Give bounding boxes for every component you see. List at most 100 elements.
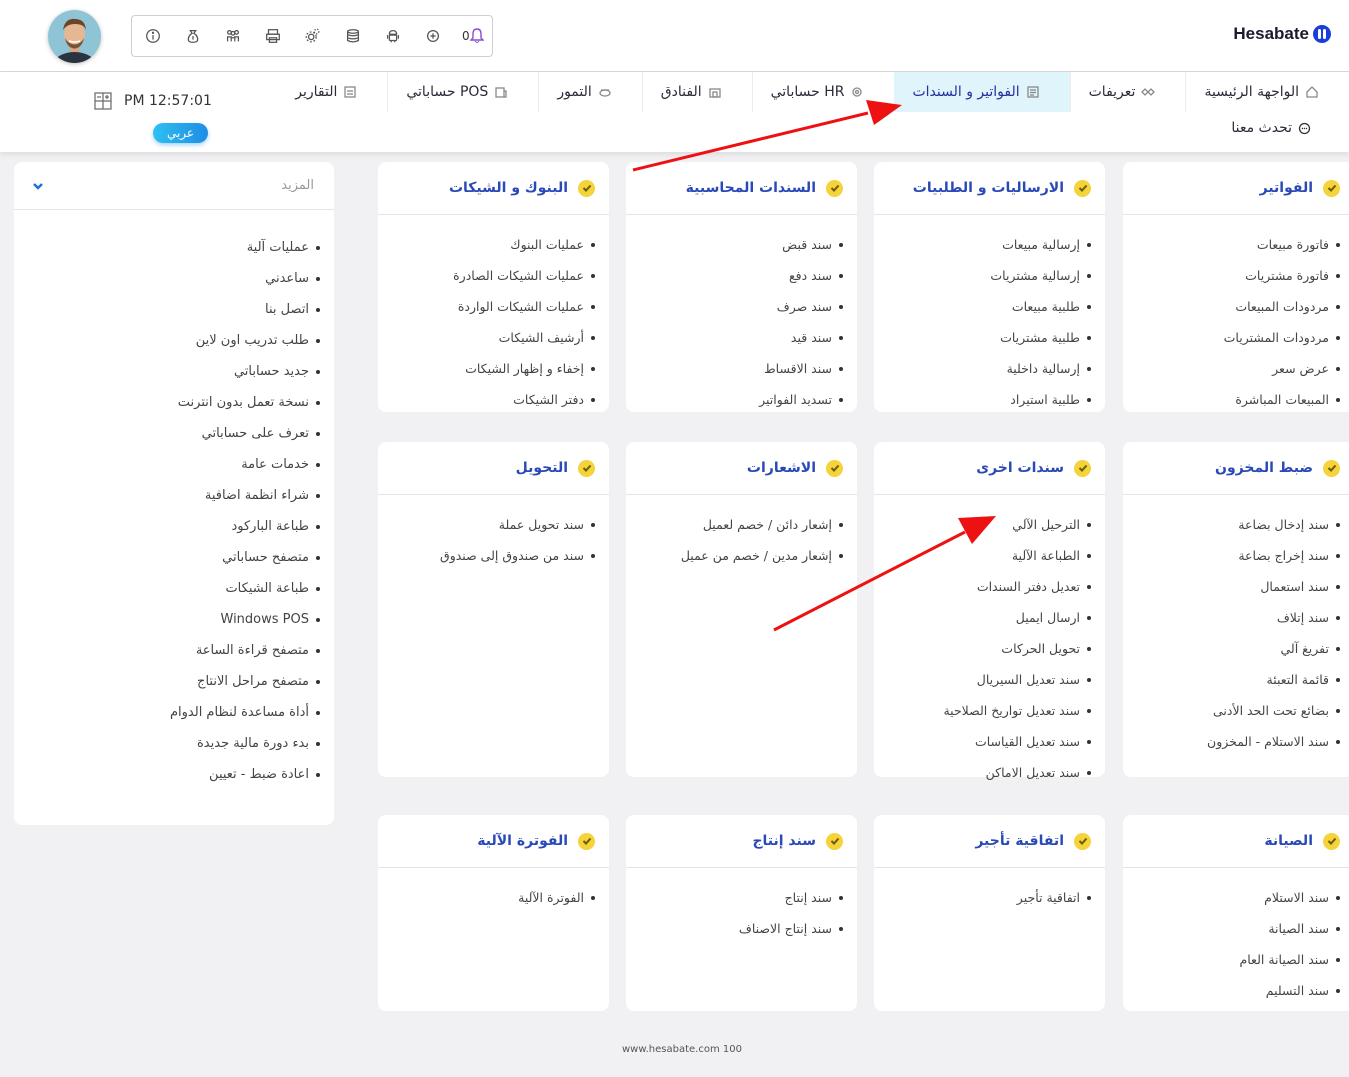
- sidebar-item[interactable]: ساعدني: [14, 263, 320, 294]
- tab-hotels[interactable]: الفنادق: [641, 72, 752, 112]
- card-link[interactable]: فاتورة مشتريات: [1123, 260, 1340, 291]
- sidebar-item[interactable]: متصفح حساباتي: [14, 542, 320, 573]
- users-icon[interactable]: [222, 25, 244, 47]
- card-link[interactable]: عمليات الشيكات الواردة: [378, 291, 595, 322]
- card-link[interactable]: سند دفع: [626, 260, 843, 291]
- bullet-dot: [839, 926, 843, 931]
- bullet-dot: [316, 245, 320, 250]
- card-link[interactable]: سند إدخال بضاعة: [1123, 509, 1340, 540]
- tab-dates[interactable]: التمور: [538, 72, 641, 112]
- card-link[interactable]: سند تعديل الاماكن: [874, 757, 1091, 788]
- card-link-label: طلبية مبيعات: [1011, 299, 1080, 314]
- hesabate-logo[interactable]: Hesabate: [1233, 24, 1331, 44]
- card-link[interactable]: سند تعديل السيريال: [874, 664, 1091, 695]
- card-link[interactable]: دفتر الشيكات: [378, 384, 595, 415]
- card-link[interactable]: سند من صندوق إلى صندوق: [378, 540, 595, 571]
- card-link[interactable]: تحويل الحركات: [874, 633, 1091, 664]
- card-link[interactable]: عمليات البنوك: [378, 229, 595, 260]
- card-link[interactable]: سند إتلاف: [1123, 602, 1340, 633]
- sidebar-item[interactable]: طباعة الباركود: [14, 511, 320, 542]
- tab-reports[interactable]: التقارير: [277, 72, 387, 112]
- card-link[interactable]: سند قبض: [626, 229, 843, 260]
- plus-circle-icon[interactable]: [422, 25, 444, 47]
- sidebar-header[interactable]: المزيد: [14, 162, 334, 210]
- sidebar-item[interactable]: خدمات عامة: [14, 449, 320, 480]
- card-link[interactable]: سند الاقساط: [626, 353, 843, 384]
- language-button[interactable]: عربي: [153, 123, 208, 143]
- card-link[interactable]: إرسالية مبيعات: [874, 229, 1091, 260]
- card-link[interactable]: سند تعديل القياسات: [874, 726, 1091, 757]
- card-link[interactable]: سند الصيانة: [1123, 913, 1340, 944]
- card-link[interactable]: مردودات المشتريات: [1123, 322, 1340, 353]
- card-link[interactable]: عمليات الشيكات الصادرة: [378, 260, 595, 291]
- sidebar-item[interactable]: بدء دورة مالية جديدة: [14, 728, 320, 759]
- card-link[interactable]: سند التسليم: [1123, 975, 1340, 1006]
- sidebar-item[interactable]: تعرف على حساباتي: [14, 418, 320, 449]
- card-link[interactable]: إرسالية مشتريات: [874, 260, 1091, 291]
- card-link[interactable]: سند الاستلام - المخزون: [1123, 726, 1340, 757]
- sidebar-item[interactable]: عمليات آلية: [14, 232, 320, 263]
- user-avatar[interactable]: [48, 10, 101, 63]
- card-link[interactable]: سند صرف: [626, 291, 843, 322]
- card-link[interactable]: الطباعة الآلية: [874, 540, 1091, 571]
- notifications[interactable]: 0: [462, 28, 484, 44]
- calculator-icon[interactable]: [94, 92, 112, 110]
- sidebar-item[interactable]: أداة مساعدة لنظام الدوام: [14, 697, 320, 728]
- tab-hr[interactable]: حساباتي HR: [751, 72, 895, 112]
- card-link[interactable]: المبيعات المباشرة: [1123, 384, 1340, 415]
- card-link[interactable]: مردودات المبيعات: [1123, 291, 1340, 322]
- sidebar-item[interactable]: طلب تدريب اون لاين: [14, 325, 320, 356]
- android-icon[interactable]: [382, 25, 404, 47]
- card-link[interactable]: الفوترة الآلية: [378, 882, 595, 913]
- card-link[interactable]: الترحيل الآلي: [874, 509, 1091, 540]
- card-list: سند إدخال بضاعة سند إخراج بضاعة سند استعما…: [1123, 495, 1349, 757]
- card-link[interactable]: سند إخراج بضاعة: [1123, 540, 1340, 571]
- card-link[interactable]: بضائع تحت الحد الأدنى: [1123, 695, 1340, 726]
- card-link[interactable]: عرض سعر: [1123, 353, 1340, 384]
- card-link[interactable]: طلبية استيراد: [874, 384, 1091, 415]
- tab-home[interactable]: الواجهة الرئيسية: [1185, 72, 1349, 112]
- card-link[interactable]: إشعار دائن / خصم لعميل: [626, 509, 843, 540]
- card-link[interactable]: إرسالية داخلية: [874, 353, 1091, 384]
- card-link[interactable]: سند تعديل تواريخ الصلاحية: [874, 695, 1091, 726]
- card-link[interactable]: سند قيد: [626, 322, 843, 353]
- sidebar-item[interactable]: اتصل بنا: [14, 294, 320, 325]
- footer-text: www.hesabate.com 100: [622, 1044, 742, 1055]
- card-link[interactable]: سند تحويل عملة: [378, 509, 595, 540]
- database-icon[interactable]: [342, 25, 364, 47]
- card-link[interactable]: فاتورة مبيعات: [1123, 229, 1340, 260]
- gears-icon[interactable]: [302, 25, 324, 47]
- card-link[interactable]: سند إنتاج الاصناف: [626, 913, 843, 944]
- card-link[interactable]: طلبية مشتريات: [874, 322, 1091, 353]
- info-icon[interactable]: [142, 25, 164, 47]
- card-link[interactable]: سند الاستلام: [1123, 882, 1340, 913]
- sidebar-item[interactable]: شراء انظمة اضافية: [14, 480, 320, 511]
- sidebar-item[interactable]: طباعة الشيكات: [14, 573, 320, 604]
- sidebar-item[interactable]: جديد حساباتي: [14, 356, 320, 387]
- card-link[interactable]: قائمة التعبئة: [1123, 664, 1340, 695]
- card-link[interactable]: إشعار مدين / خصم من عميل: [626, 540, 843, 571]
- money-bag-icon[interactable]: [182, 25, 204, 47]
- sidebar-item[interactable]: متصفح مراحل الانتاج: [14, 666, 320, 697]
- tab-invoices-vouchers[interactable]: الفواتير و السندات: [894, 72, 1070, 112]
- card-link[interactable]: تسديد الفواتير: [626, 384, 843, 415]
- card-link[interactable]: طلبية مبيعات: [874, 291, 1091, 322]
- card-link[interactable]: ارسال ايميل: [874, 602, 1091, 633]
- card-link[interactable]: سند استعمال: [1123, 571, 1340, 602]
- card-link[interactable]: تعديل دفتر السندات: [874, 571, 1091, 602]
- sidebar-item[interactable]: نسخة تعمل بدون انترنت: [14, 387, 320, 418]
- sidebar-item[interactable]: Windows POS: [14, 604, 320, 635]
- card-link[interactable]: اتفاقية تأجير: [874, 882, 1091, 913]
- tab-pos[interactable]: حساباتي POS: [387, 72, 538, 112]
- card-link[interactable]: سند إنتاج: [626, 882, 843, 913]
- card-link[interactable]: أرشيف الشيكات: [378, 322, 595, 353]
- card-link[interactable]: سند الصيانة العام: [1123, 944, 1340, 975]
- chat-link[interactable]: تحدث معنا: [1231, 120, 1311, 136]
- card-link[interactable]: تفريغ آلي: [1123, 633, 1340, 664]
- sidebar-item[interactable]: متصفح قراءة الساعة: [14, 635, 320, 666]
- sidebar-item[interactable]: اعادة ضبط - تعيين: [14, 759, 320, 790]
- printer-icon[interactable]: [262, 25, 284, 47]
- tab-definitions[interactable]: تعريفات: [1069, 72, 1186, 112]
- chevron-down-icon[interactable]: [32, 180, 44, 192]
- card-link[interactable]: إخفاء و إظهار الشيكات: [378, 353, 595, 384]
